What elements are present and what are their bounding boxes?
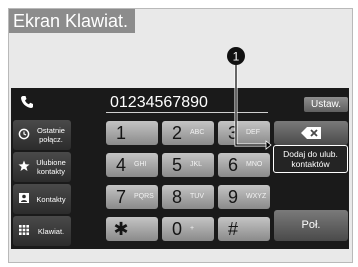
recent-calls-icon [18,128,30,140]
star-icon [18,160,30,171]
contacts-icon [19,193,29,203]
key-digit: 0 [171,219,182,239]
sidebar-item-keypad[interactable]: Klawiat. [13,216,71,246]
key-letters: PQRS [134,193,154,200]
key-digit: ✱ [113,219,129,239]
key-digit: 7 [115,187,126,207]
keypad-icon [19,225,29,235]
key-letters: + [190,225,195,232]
key-letters: JKL [190,161,203,168]
page-title: Ekran Klawiat. [9,9,135,33]
key-9[interactable]: 9 WXYZ [218,185,270,209]
sidebar-item-recent-calls[interactable]: Ostatnie połącz. [13,120,71,150]
key-5[interactable]: 5 JKL [162,153,214,177]
manual-figure: Ekran Klawiat. 01234567890 Ustaw. Ostatn… [8,8,353,263]
dial-number-field[interactable]: 01234567890 [106,93,268,113]
key-digit: 8 [171,187,182,207]
key-4[interactable]: 4 GHI [106,153,158,177]
key-digit: 6 [227,155,238,175]
key-digit: 3 [227,123,238,143]
backspace-icon [301,127,321,139]
phone-icon [21,96,33,108]
key-0[interactable]: 0 + [162,217,214,241]
key-digit: 1 [115,123,126,143]
key-6[interactable]: 6 MNO [218,153,270,177]
key-digit: 2 [171,123,182,143]
sidebar-item-label: Kontakty [36,194,66,204]
sidebar-item-label: Klawiat. [37,226,65,236]
key-letters: MNO [246,161,263,168]
add-to-favorites-button[interactable]: Dodaj do ulub. kontaktów [273,145,348,173]
key-letters: GHI [134,161,147,168]
key-1[interactable]: 1 [106,121,158,145]
key-letters: TUV [190,193,204,200]
key-hash[interactable]: # [218,217,270,241]
key-letters: ABC [190,129,205,136]
key-letters: DEF [246,129,260,136]
backspace-button[interactable] [274,121,348,145]
key-digit: 4 [115,155,126,175]
key-digit: 9 [227,187,238,207]
sidebar-item-contacts[interactable]: Kontakty [13,184,71,214]
call-button[interactable]: Poł. [274,210,348,241]
key-letters: WXYZ [246,193,267,200]
key-7[interactable]: 7 PQRS [106,185,158,209]
sidebar-item-favorites[interactable]: Ulubione kontakty [13,152,71,182]
key-digit: 5 [171,155,182,175]
key-digit: # [227,219,238,239]
key-star[interactable]: ✱ [106,217,158,241]
key-8[interactable]: 8 TUV [162,185,214,209]
sidebar-item-label: Ostatnie połącz. [37,126,65,144]
keypad-screen: 01234567890 Ustaw. Ostatnie połącz. Ulub… [11,88,349,249]
key-2[interactable]: 2 ABC [162,121,214,145]
sidebar-item-label: Ulubione kontakty [36,158,66,176]
key-3[interactable]: 3 DEF [218,121,270,145]
settings-button[interactable]: Ustaw. [304,97,348,112]
